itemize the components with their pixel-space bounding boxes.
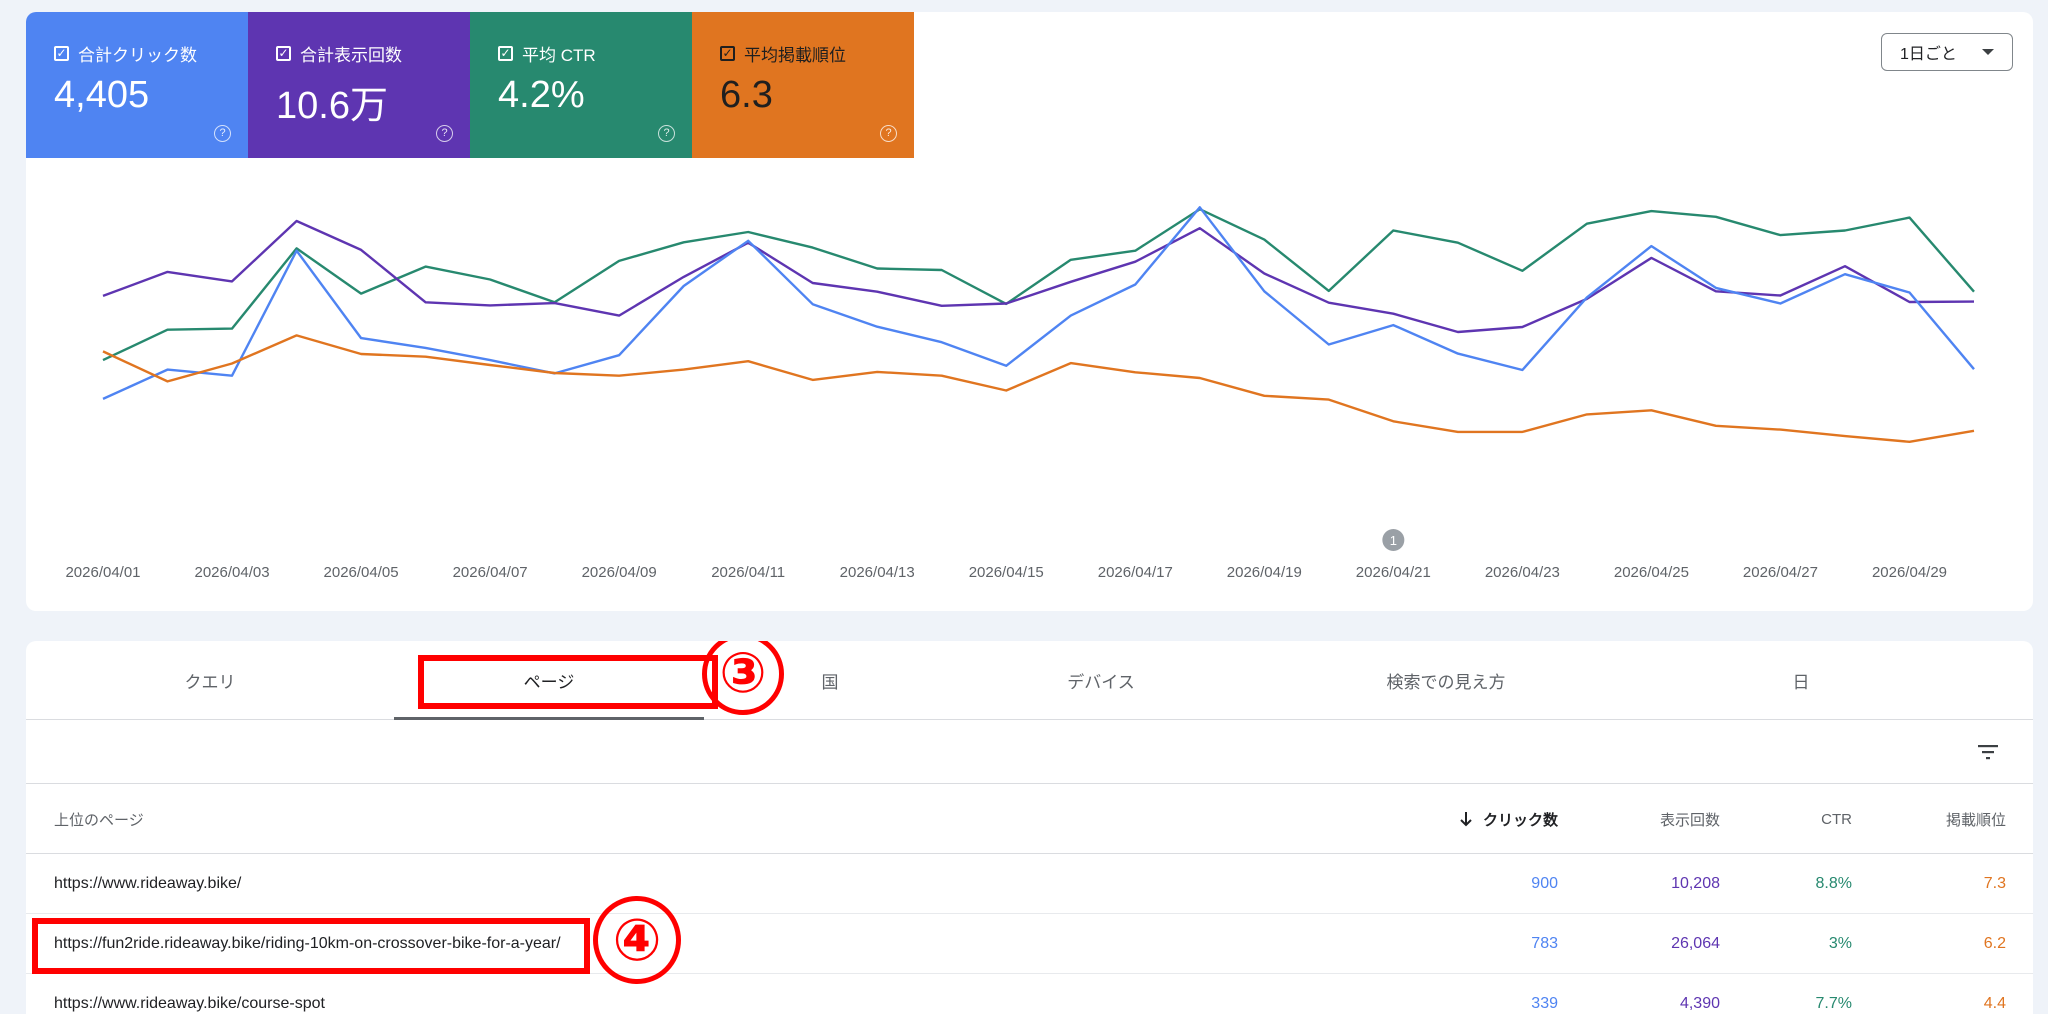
table-row[interactable]: https://www.rideaway.bike/course-spot 33… bbox=[26, 974, 2033, 1014]
x-tick-label: 2026/04/07 bbox=[453, 564, 528, 581]
x-tick-label: 2026/04/05 bbox=[324, 564, 399, 581]
x-tick-label: 2026/04/27 bbox=[1743, 564, 1818, 581]
x-tick-label: 2026/04/21 bbox=[1356, 564, 1431, 581]
column-header-text: 表示回数 bbox=[1659, 811, 1720, 829]
chart-series-line-2 bbox=[102, 206, 1975, 400]
tab-label: 検索での見え方 bbox=[1386, 673, 1506, 692]
clicks-value: 783 bbox=[1531, 935, 1558, 952]
x-tick-label: 2026/04/01 bbox=[65, 564, 140, 581]
x-tick-label: 2026/04/15 bbox=[969, 564, 1044, 581]
x-tick-label: 2026/04/03 bbox=[194, 564, 269, 581]
page-url[interactable]: https://www.rideaway.bike/ bbox=[54, 854, 241, 914]
tab-label: クエリ bbox=[184, 673, 236, 692]
annotation-box-row bbox=[32, 918, 590, 974]
impressions-value: 4,390 bbox=[1679, 995, 1720, 1012]
annotation-marker-4: ④ bbox=[593, 896, 681, 984]
position-value: 7.3 bbox=[1983, 875, 2006, 892]
ctr-value: 7.7% bbox=[1815, 995, 1852, 1012]
annotation-box-tab bbox=[418, 655, 718, 709]
impressions-value: 26,064 bbox=[1671, 935, 1720, 952]
table-row[interactable]: https://www.rideaway.bike/ 900 10,208 8.… bbox=[26, 854, 2033, 914]
tab-label: 国 bbox=[821, 673, 839, 692]
x-tick-label: 2026/04/09 bbox=[582, 564, 657, 581]
tab-search-appearance[interactable]: 検索での見え方 bbox=[1246, 641, 1646, 720]
table-row[interactable]: https://fun2ride.rideaway.bike/riding-10… bbox=[26, 896, 2033, 984]
chart-series-line-0 bbox=[102, 207, 1975, 362]
tab-device[interactable]: デバイス bbox=[956, 641, 1246, 720]
x-tick-label: 2026/04/17 bbox=[1098, 564, 1173, 581]
column-header-text: CTR bbox=[1821, 810, 1852, 828]
column-header-text: クリック数 bbox=[1482, 811, 1558, 829]
chart-annotation-label: 1 bbox=[1390, 533, 1397, 548]
column-header-impressions[interactable]: 表示回数 bbox=[1566, 784, 1720, 854]
column-header-position[interactable]: 掲載順位 bbox=[1856, 784, 2006, 854]
x-tick-label: 2026/04/13 bbox=[840, 564, 915, 581]
clicks-value: 339 bbox=[1531, 995, 1558, 1012]
ctr-value: 3% bbox=[1828, 935, 1852, 952]
tab-label: 日 bbox=[1792, 673, 1810, 692]
x-tick-label: 2026/04/19 bbox=[1227, 564, 1302, 581]
table-toolbar bbox=[26, 720, 2033, 784]
annotation-marker-text: ④ bbox=[612, 906, 662, 974]
ctr-value: 8.8% bbox=[1815, 875, 1852, 892]
position-value: 6.2 bbox=[1983, 935, 2006, 952]
line-chart: 2026/04/01 2026/04/03 2026/04/05 2026/04/07… bbox=[65, 206, 1975, 581]
chart-series-line-1 bbox=[102, 219, 1975, 334]
x-tick-label: 2026/04/25 bbox=[1614, 564, 1689, 581]
filter-icon[interactable] bbox=[1976, 740, 2000, 764]
table-header: 上位のページ クリック数 表示回数 CTR 掲載順位 bbox=[26, 784, 2033, 854]
chart-annotation-marker[interactable]: 1 bbox=[1382, 529, 1405, 551]
page-url[interactable]: https://www.rideaway.bike/course-spot bbox=[54, 974, 325, 1014]
column-header-text: 掲載順位 bbox=[1945, 811, 2006, 829]
impressions-value: 10,208 bbox=[1671, 875, 1720, 892]
column-header-clicks[interactable]: クリック数 bbox=[1266, 784, 1558, 854]
arrow-down-icon bbox=[1460, 812, 1472, 827]
column-header-page: 上位のページ bbox=[54, 784, 144, 854]
annotation-marker-text: ③ bbox=[719, 641, 767, 706]
dimension-tabs: クエリ ページ 国 デバイス 検索での見え方 日 ③ bbox=[26, 641, 2033, 720]
tab-date[interactable]: 日 bbox=[1646, 641, 1956, 720]
x-tick-label: 2026/04/23 bbox=[1485, 564, 1560, 581]
dimension-table-card: クエリ ページ 国 デバイス 検索での見え方 日 ③ 上位のページ クリック数 … bbox=[26, 641, 2033, 1014]
clicks-value: 900 bbox=[1531, 875, 1558, 892]
chart-series-line-3 bbox=[102, 334, 1975, 443]
x-tick-label: 2026/04/29 bbox=[1872, 564, 1947, 581]
column-header-ctr[interactable]: CTR bbox=[1726, 784, 1852, 854]
tab-label: デバイス bbox=[1067, 673, 1135, 692]
x-tick-label: 2026/04/11 bbox=[711, 564, 785, 581]
position-value: 4.4 bbox=[1983, 995, 2006, 1012]
tab-query[interactable]: クエリ bbox=[26, 641, 394, 720]
column-header-text: 上位のページ bbox=[54, 811, 144, 829]
performance-chart-card: ✓ 合計クリック数 4,405 ? ✓ 合計表示回数 10.6万 ? ✓ 平均 … bbox=[26, 12, 2033, 611]
